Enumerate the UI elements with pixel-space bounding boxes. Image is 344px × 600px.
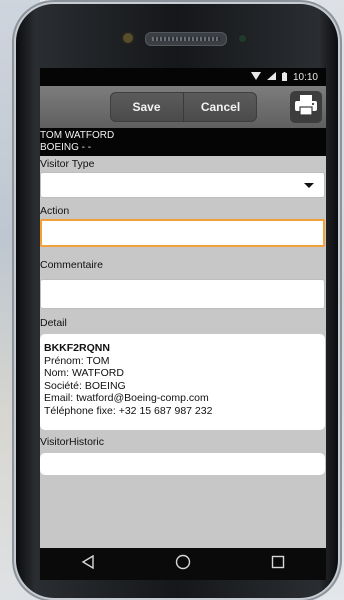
comment-label: Commentaire [40, 259, 104, 271]
comment-input[interactable] [40, 279, 325, 309]
recents-square-icon [271, 555, 285, 574]
detail-label: Detail [40, 317, 67, 329]
detail-prenom: Prénom: TOM [44, 354, 110, 367]
detail-nom: Nom: WATFORD [44, 367, 124, 379]
cancel-button[interactable]: Cancel [183, 92, 257, 122]
history-label: VisitorHistoric [40, 436, 104, 448]
earpiece-speaker [145, 32, 227, 46]
android-nav-bar [40, 548, 326, 580]
action-toolbar: Save Cancel [40, 86, 326, 128]
nav-recents-button[interactable] [258, 550, 298, 578]
home-circle-icon [175, 554, 191, 575]
dropdown-arrow-icon [304, 183, 314, 188]
detail-telephone: Téléphone fixe: +32 15 687 987 232 [44, 404, 213, 417]
visitor-type-label: Visitor Type [40, 158, 95, 170]
visitor-code: BKKF2RQNN [44, 342, 110, 354]
app-screen: 10:10 Save Cancel TOM WATFORD BOEING - -… [40, 68, 326, 548]
nav-home-button[interactable] [163, 550, 203, 578]
nav-back-button[interactable] [68, 550, 108, 578]
visitor-name: TOM WATFORD [40, 130, 115, 141]
proximity-sensor [239, 35, 246, 42]
detail-panel: BKKF2RQNN Prénom: TOM Nom: WATFORD Socié… [40, 334, 325, 430]
detail-email: Email: twatford@Boeing-comp.com [44, 392, 209, 404]
status-time: 10:10 [292, 71, 318, 83]
status-bar: 10:10 [40, 68, 326, 86]
history-panel [40, 453, 325, 475]
front-camera [123, 33, 133, 43]
print-button[interactable] [290, 91, 322, 123]
visitor-header: TOM WATFORD BOEING - - [40, 128, 326, 156]
detail-societe: Société: BOEING [44, 379, 126, 392]
signal-icon [266, 72, 276, 82]
wifi-icon [250, 72, 261, 82]
save-cancel-group: Save Cancel [110, 92, 257, 122]
action-input[interactable] [40, 219, 325, 247]
save-button[interactable]: Save [110, 92, 183, 122]
visitor-type-select[interactable] [40, 172, 325, 198]
back-triangle-icon [81, 554, 95, 574]
visitor-company: BOEING - - [40, 142, 92, 153]
battery-icon [281, 71, 287, 83]
action-label: Action [40, 205, 70, 217]
printer-icon [294, 94, 318, 121]
